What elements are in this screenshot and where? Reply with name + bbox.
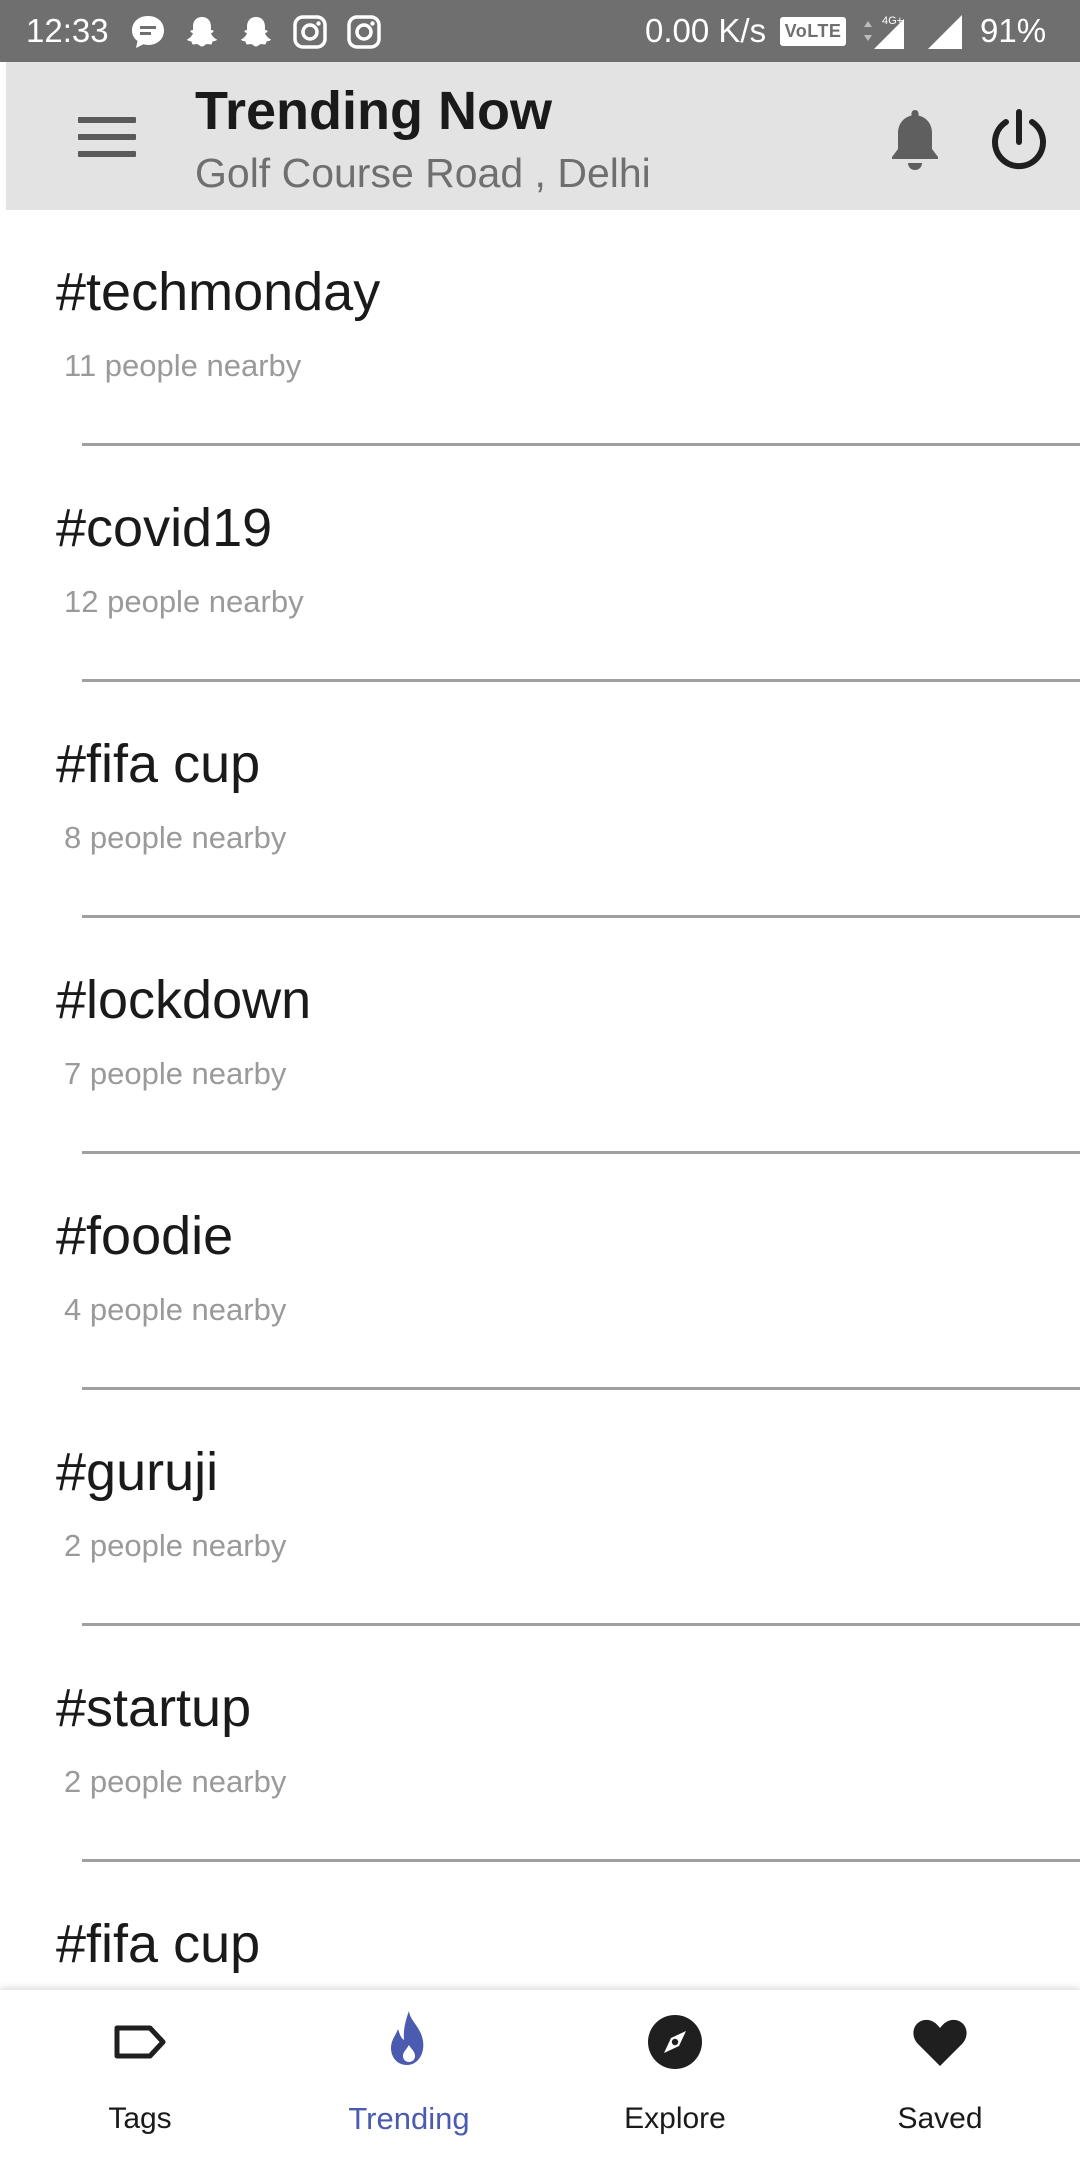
- volte-badge: VoLTE: [780, 17, 846, 46]
- status-time: 12:33: [26, 12, 109, 49]
- trend-item[interactable]: #fifa cup: [0, 1862, 1080, 1990]
- trend-item[interactable]: #guruji 2 people nearby: [0, 1390, 1080, 1626]
- trend-item[interactable]: #lockdown 7 people nearby: [0, 918, 1080, 1154]
- trend-item[interactable]: #startup 2 people nearby: [0, 1626, 1080, 1862]
- snapchat-icon: [241, 17, 271, 47]
- trend-tag: #foodie: [56, 1206, 234, 1266]
- notification-icons: [128, 12, 384, 52]
- trend-item[interactable]: #techmonday 11 people nearby: [0, 210, 1080, 446]
- power-icon[interactable]: [984, 102, 1054, 178]
- snapchat-icon: [187, 17, 217, 47]
- trend-count: 4 people nearby: [64, 1292, 287, 1327]
- flame-icon: [391, 2011, 424, 2065]
- bell-icon[interactable]: [880, 102, 950, 178]
- heart-icon: [913, 2019, 967, 2066]
- message-icon: [132, 16, 164, 48]
- hamburger-menu-icon[interactable]: [72, 107, 136, 167]
- trend-tag: #guruji: [56, 1442, 219, 1502]
- network-4g-icon: 4G+: [864, 15, 904, 49]
- trend-item[interactable]: #fifa cup 8 people nearby: [0, 682, 1080, 918]
- nav-tab-saved[interactable]: Saved: [810, 1990, 1080, 2160]
- nav-label-trending: Trending: [348, 2101, 470, 2136]
- trend-tag: #lockdown: [56, 970, 312, 1030]
- nav-tab-explore[interactable]: Explore: [540, 1990, 810, 2160]
- trending-list: #techmonday 11 people nearby #covid19 12…: [0, 210, 1080, 1990]
- instagram-icon: [347, 15, 381, 49]
- nav-label-tags: Tags: [108, 2102, 172, 2135]
- nav-tab-tags[interactable]: Tags: [0, 1990, 270, 2160]
- instagram-icon: [293, 15, 327, 49]
- trend-count: 8 people nearby: [64, 820, 287, 855]
- trend-tag: #fifa cup: [56, 1914, 261, 1974]
- trend-count: 2 people nearby: [64, 1528, 287, 1563]
- page-title: Trending Now: [195, 81, 552, 141]
- bottom-nav: Tags Trending Explore Saved: [0, 1990, 1080, 2160]
- trend-tag: #techmonday: [56, 262, 381, 322]
- trend-count: 2 people nearby: [64, 1764, 287, 1799]
- trend-tag: #covid19: [56, 498, 273, 558]
- nav-label-explore: Explore: [624, 2102, 726, 2135]
- trend-count: 7 people nearby: [64, 1056, 287, 1091]
- trend-item[interactable]: #covid19 12 people nearby: [0, 446, 1080, 682]
- compass-icon: [648, 2015, 702, 2069]
- trend-tag: #startup: [56, 1678, 252, 1738]
- trend-item[interactable]: #foodie 4 people nearby: [0, 1154, 1080, 1390]
- battery-level: 91%: [980, 12, 1047, 49]
- nav-tab-trending[interactable]: Trending: [270, 1990, 540, 2160]
- nav-label-saved: Saved: [897, 2102, 983, 2135]
- signal-icon: [928, 15, 962, 49]
- tag-icon: [114, 2025, 166, 2059]
- network-type-label: 4G+: [882, 15, 903, 27]
- trend-tag: #fifa cup: [56, 734, 261, 794]
- status-bar: 12:33 0.00 K/s VoLTE 4G+ 91%: [0, 0, 1080, 62]
- trend-count: 11 people nearby: [64, 348, 302, 383]
- location-subtitle: Golf Course Road , Delhi: [195, 150, 651, 196]
- trend-count: 12 people nearby: [64, 584, 304, 619]
- network-speed: 0.00 K/s: [645, 12, 767, 49]
- app-header: Trending Now Golf Course Road , Delhi: [6, 62, 1080, 210]
